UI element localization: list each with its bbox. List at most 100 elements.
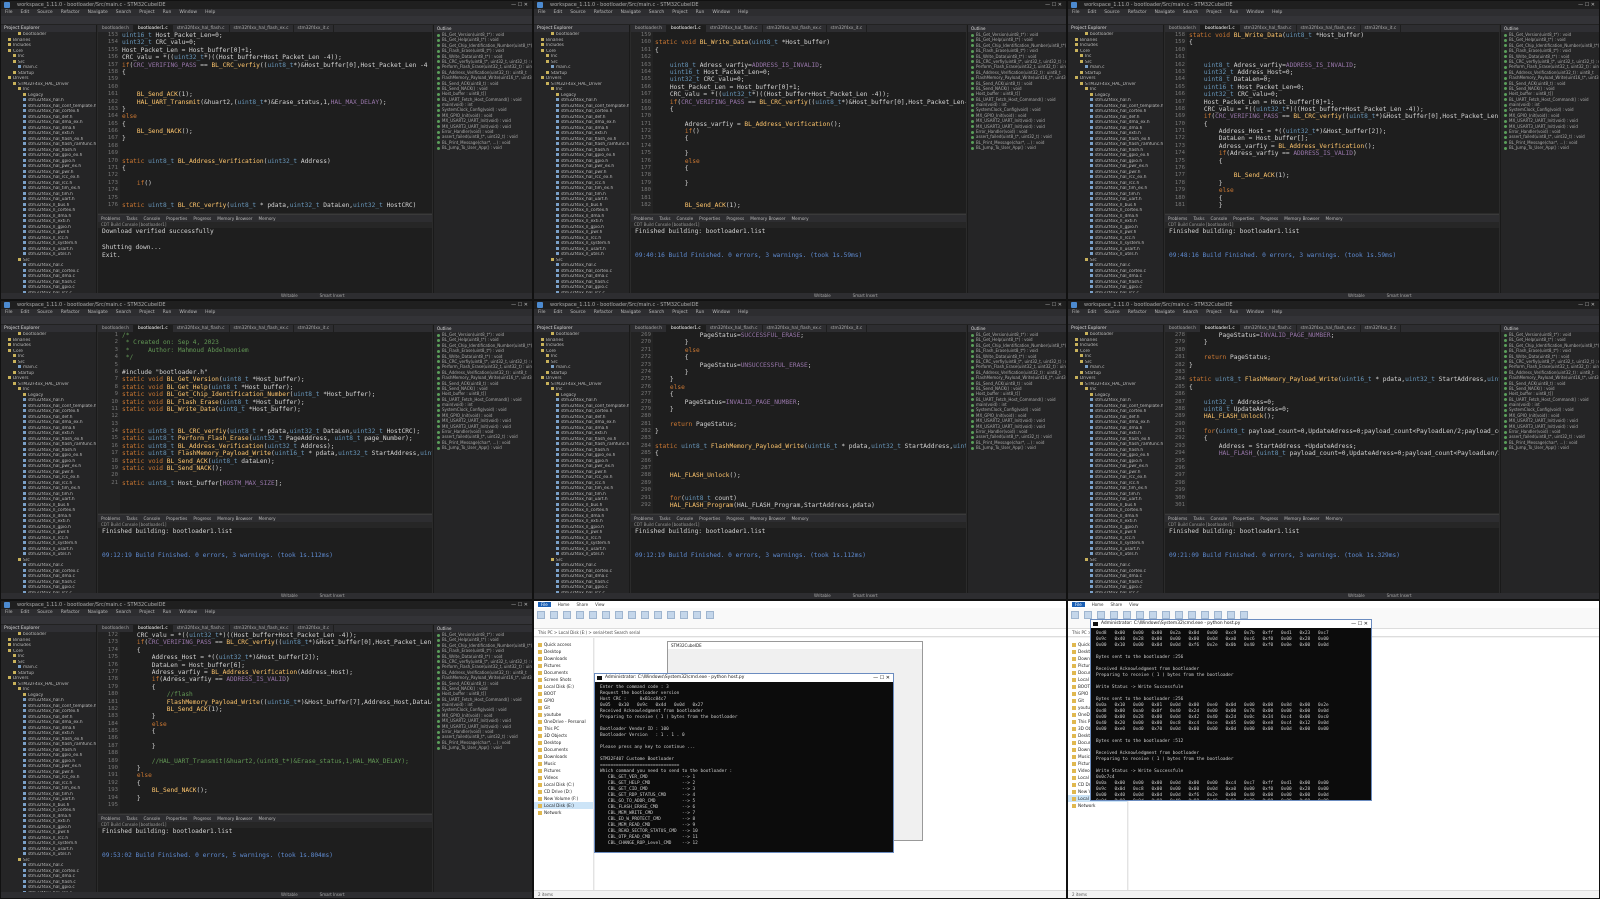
nav-item[interactable]: GPIO [534,697,593,704]
console-tab[interactable]: Problems [101,216,120,221]
console-tab[interactable]: Console [144,216,161,221]
menu-item-window[interactable]: Window [179,310,197,315]
nav-item[interactable]: This PC [534,725,593,732]
nav-item[interactable]: CD Drive (D:) [534,788,593,795]
editor-tab[interactable]: stm32f4xx_hal_flash_ex.c [763,325,827,332]
nav-item[interactable]: Desktop [534,648,593,655]
nav-item[interactable]: youtube [534,711,593,718]
menu-item-project[interactable]: Project [1206,310,1221,315]
ribbon-tab-share[interactable]: Share [1111,602,1123,607]
menu-item-file[interactable]: File [5,310,13,315]
ribbon-command-icon[interactable] [628,611,636,619]
menu-item-edit[interactable]: Edit [1088,310,1097,315]
menu-item-navigate[interactable]: Navigate [1155,10,1175,15]
menu-item-help[interactable]: Help [738,10,748,15]
ribbon-command-icon[interactable] [602,611,610,619]
ribbon-command-icon[interactable] [1071,611,1079,619]
cmd-window-controls[interactable]: — ☐ ✕ [1351,620,1368,628]
console-tab[interactable]: Tasks [126,516,137,521]
console-tab[interactable]: Properties [166,216,187,221]
console-tab[interactable]: Memory Browser [1284,516,1319,521]
menu-item-refactor[interactable]: Refactor [594,10,613,15]
menu-item-navigate[interactable]: Navigate [88,610,108,615]
console-tab[interactable]: Console [144,816,161,821]
ribbon-tab-home[interactable]: Home [1092,602,1104,607]
console-tab[interactable]: Memory [259,216,276,221]
menu-item-navigate[interactable]: Navigate [1155,310,1175,315]
editor-tab[interactable]: bootloader1.c [666,325,706,332]
menu-item-file[interactable]: File [538,10,546,15]
outline-item[interactable]: BL_Jump_To_User_App() : void [434,745,532,750]
nav-item[interactable]: Git [534,704,593,711]
nav-item[interactable]: Videos [534,774,593,781]
command-prompt-window[interactable]: Administrator: C:\Windows\System32\cmd.e… [594,673,894,853]
console-tab[interactable]: Tasks [126,816,137,821]
editor-tab[interactable]: stm32f4xx_hal_flash_ex.c [230,625,294,632]
console-tab[interactable]: Problems [634,216,653,221]
console-tab[interactable]: Progress [726,216,744,221]
console-tab[interactable]: Properties [1233,216,1254,221]
console-tab[interactable]: Problems [101,816,120,821]
ribbon-command-icon[interactable] [1123,611,1131,619]
console-tab[interactable]: Console [677,216,694,221]
console-tab[interactable]: Memory [1326,216,1343,221]
ribbon-tab-share[interactable]: Share [577,602,589,607]
editor-tab[interactable]: stm32f4xx_hal_flash_ex.c [230,25,294,32]
code-text[interactable]: static void BL_Write_Data(uint8_t *Host_… [655,32,966,213]
editor-tab[interactable]: stm32f4xx_hal_flash_ex.c [230,325,294,332]
menu-item-refactor[interactable]: Refactor [1128,310,1147,315]
editor-tab[interactable]: bootloader.h [98,25,134,32]
menu-item-project[interactable]: Project [139,610,154,615]
outline-item[interactable]: BL_Jump_To_User_App() : void [434,145,532,150]
menu-item-search[interactable]: Search [116,10,131,15]
code-editor[interactable]: bootloader.h bootloader1.c stm32f4xx_hal_f… [98,625,432,813]
editor-tab[interactable]: bootloader1.c [133,25,173,32]
outline-item[interactable]: BL_Jump_To_User_App() : void [1501,145,1599,150]
menu-item-project[interactable]: Project [1206,10,1221,15]
nav-item[interactable]: Music [534,760,593,767]
ribbon-command-icon[interactable] [1175,611,1183,619]
menu-item-edit[interactable]: Edit [21,10,30,15]
address-bar[interactable]: This PC > Local Disk (E:) > serial-test … [534,629,1066,637]
ribbon-tab-file[interactable]: File [1072,602,1085,607]
menu-item-navigate[interactable]: Navigate [621,310,641,315]
menu-item-file[interactable]: File [1072,310,1080,315]
nav-item[interactable]: Downloads [534,655,593,662]
menu-item-help[interactable]: Help [205,310,215,315]
ribbon-command-icon[interactable] [1136,611,1144,619]
nav-item[interactable]: OneDrive - Personal [534,718,593,725]
menu-item-edit[interactable]: Edit [1088,10,1097,15]
editor-tab[interactable]: stm32f4xx_hal_flash.c [706,25,763,32]
menu-item-search[interactable]: Search [116,610,131,615]
menu-item-navigate[interactable]: Navigate [621,10,641,15]
ribbon-command-icon[interactable] [1227,611,1235,619]
menu-item-run[interactable]: Run [696,310,705,315]
menu-item-source[interactable]: Source [1104,310,1119,315]
ribbon-command-icon[interactable] [1188,611,1196,619]
console-tab[interactable]: Memory [792,216,809,221]
menu-item-project[interactable]: Project [672,310,687,315]
editor-tab[interactable]: stm32f4xx_hal_flash.c [1240,25,1297,32]
editor-tab[interactable]: stm32f4xx_it.c [827,325,868,332]
console-tab[interactable]: Properties [166,516,187,521]
console-tab[interactable]: Progress [193,816,211,821]
command-prompt-window[interactable]: Administrator: C:\Windows\System32\cmd.e… [1090,619,1372,801]
menu-item-window[interactable]: Window [1246,310,1264,315]
editor-tab[interactable]: bootloader.h [631,325,667,332]
console-tab[interactable]: Properties [166,816,187,821]
code-text[interactable]: uint16_t Host_Packet_Len=0; uint32_t CRC_… [122,32,432,213]
menu-item-source[interactable]: Source [37,10,52,15]
window-controls[interactable]: — ☐ ✕ [511,1,528,9]
console-tab[interactable]: Tasks [126,216,137,221]
editor-tab[interactable]: bootloader.h [1165,325,1201,332]
menu-item-file[interactable]: File [5,610,13,615]
code-text[interactable]: PageStatus=SUCCESSFUL_ERASE; } else { Pa… [655,332,966,513]
ribbon-command-icon[interactable] [1110,611,1118,619]
menu-item-run[interactable]: Run [163,10,172,15]
menu-item-project[interactable]: Project [139,310,154,315]
editor-tab[interactable]: stm32f4xx_hal_flash.c [1240,325,1297,332]
ribbon-command-icon[interactable] [537,611,545,619]
console-tab[interactable]: Memory Browser [750,516,785,521]
editor-tab[interactable]: bootloader.h [98,625,134,632]
nav-item[interactable]: Screen Shots [534,676,593,683]
